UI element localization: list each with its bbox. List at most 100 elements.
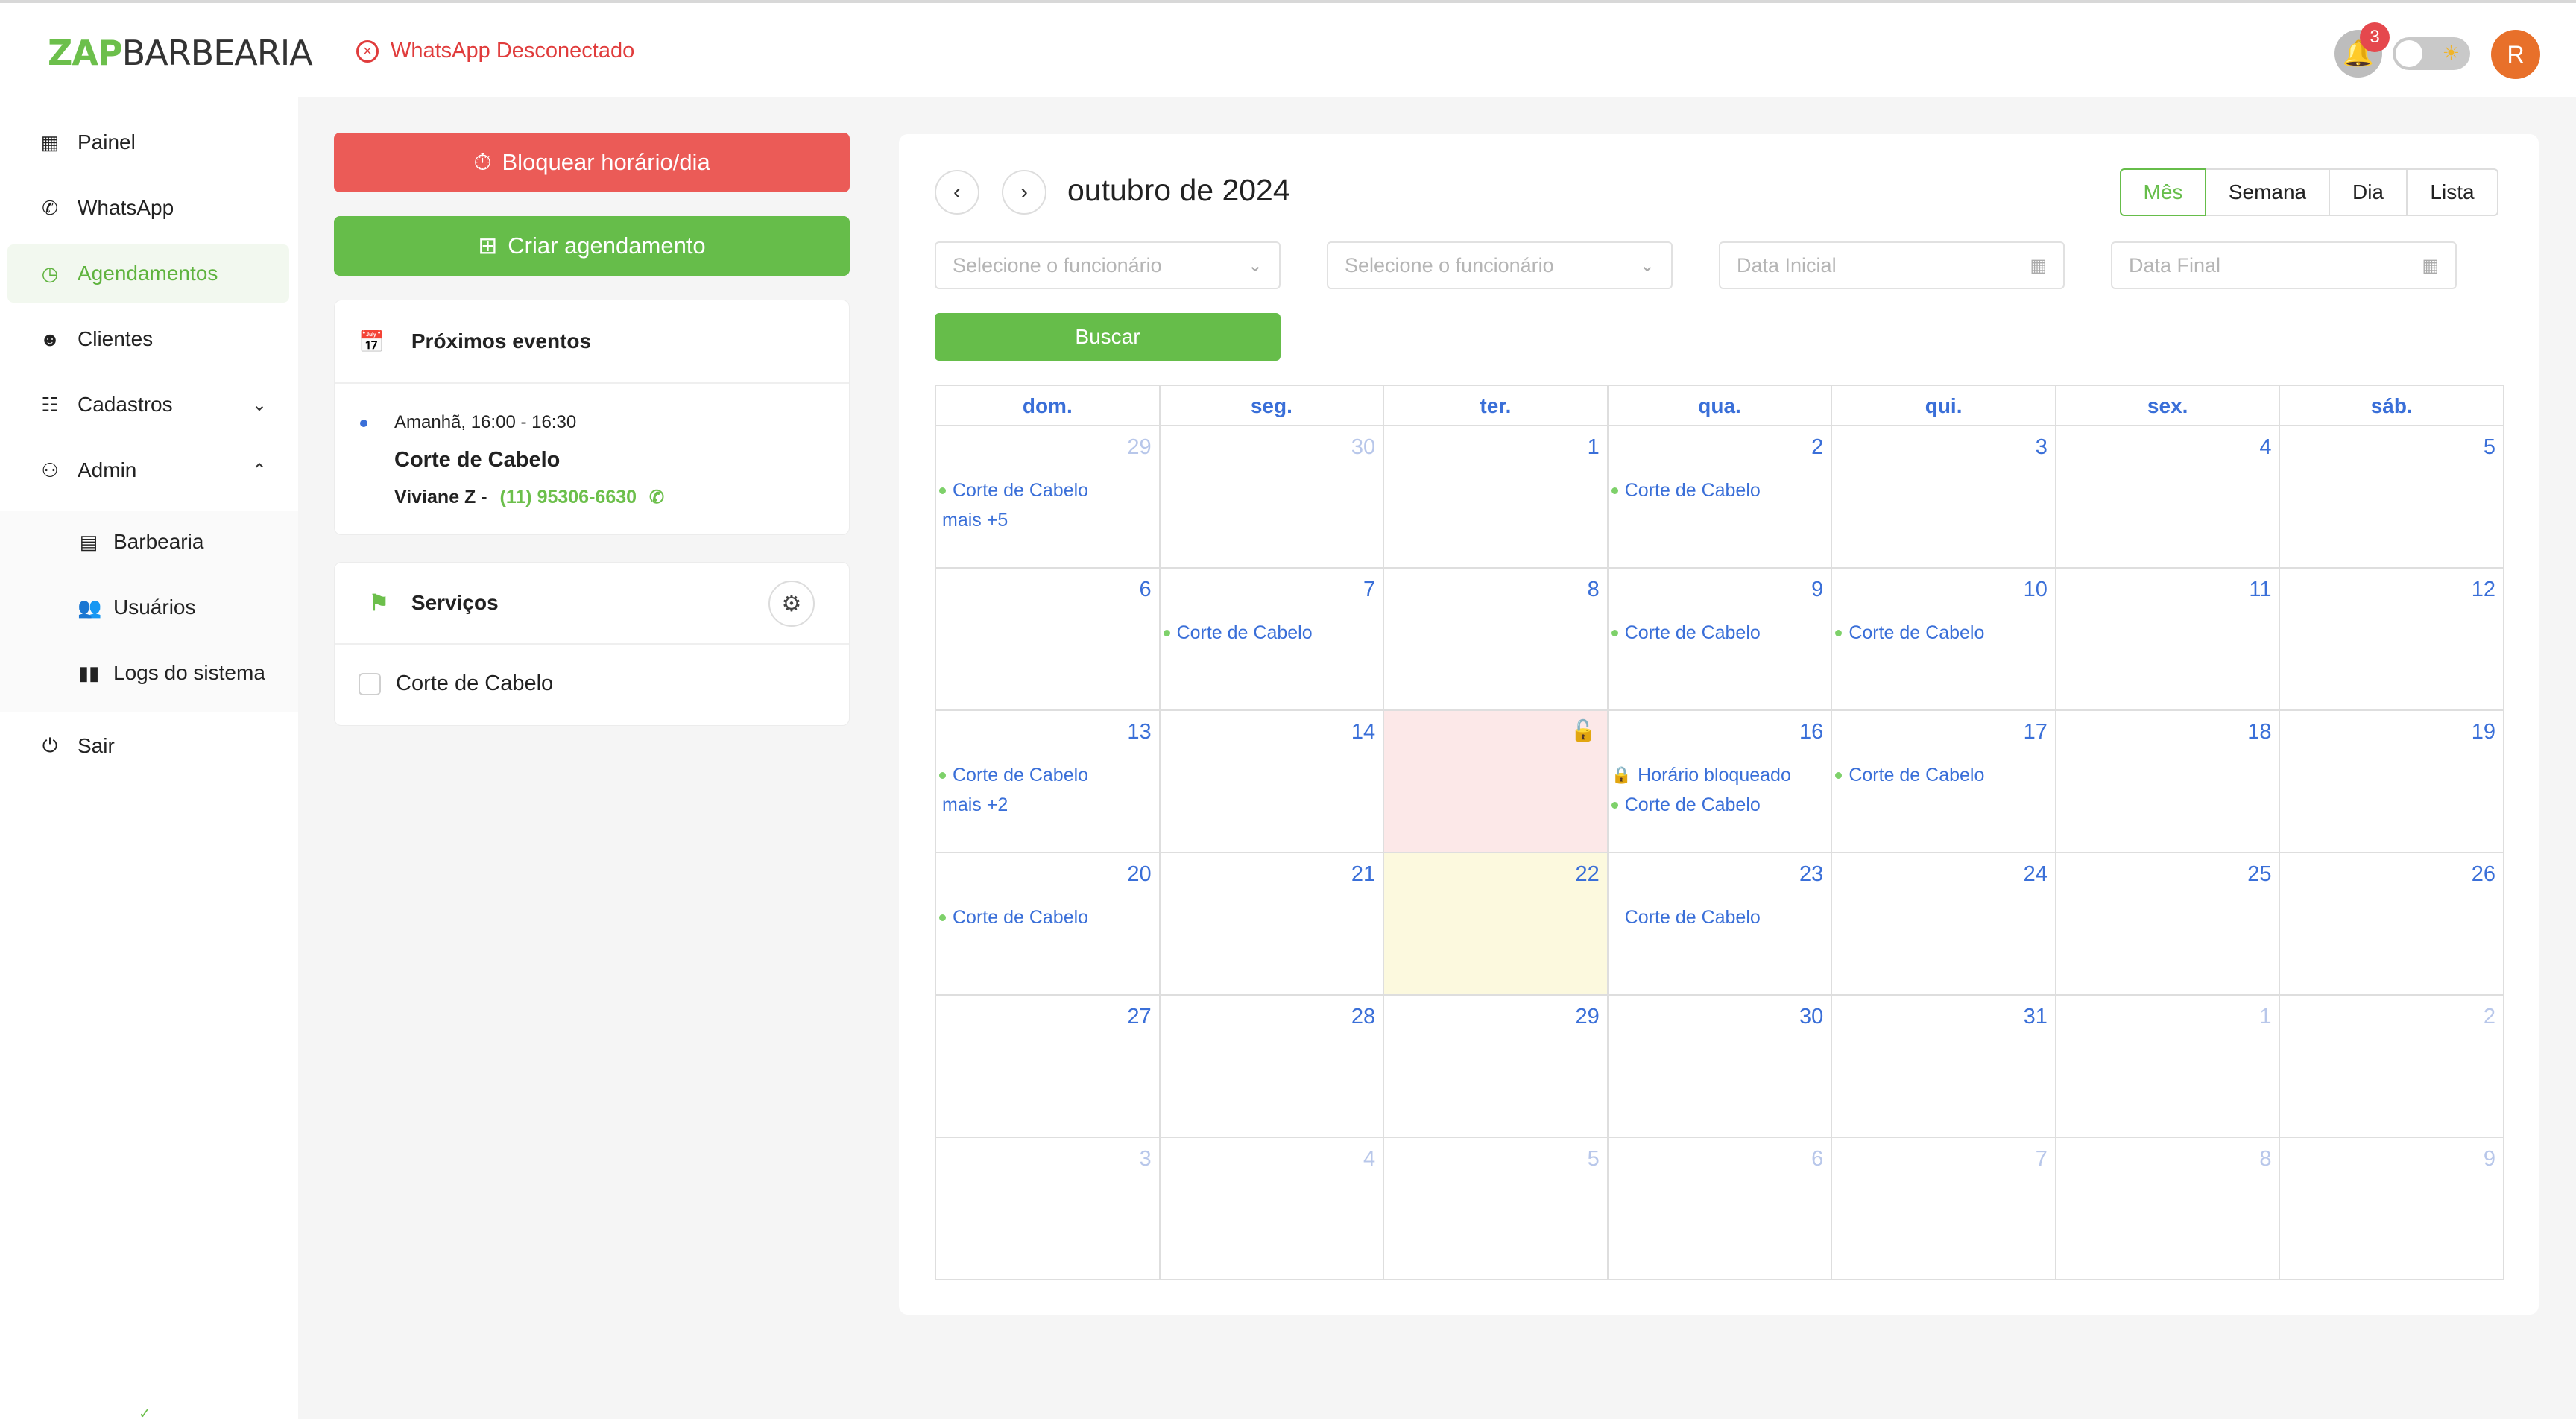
day-cell[interactable]: 1 — [2056, 996, 2281, 1137]
day-number[interactable]: 20 — [1127, 862, 1151, 887]
appointment-event[interactable]: Corte de Cabelo — [939, 760, 1156, 790]
whatsapp-status[interactable]: × WhatsApp Desconectado — [356, 39, 634, 63]
day-number[interactable]: 5 — [1588, 1147, 1600, 1172]
day-number[interactable]: 30 — [1351, 435, 1375, 460]
view-month-button[interactable]: Mês — [2120, 168, 2206, 216]
event-phone[interactable]: (11) 95306-6630 — [500, 487, 637, 508]
sidebar-item-whatsapp[interactable]: ✆ WhatsApp — [7, 179, 289, 237]
day-number[interactable]: 22 — [1575, 862, 1599, 887]
day-cell[interactable]: 29 — [1384, 996, 1609, 1137]
day-number[interactable]: 26 — [2472, 862, 2496, 887]
day-cell[interactable]: 5 — [2280, 426, 2503, 567]
day-cell[interactable]: 6 — [1609, 1138, 1833, 1280]
day-number[interactable]: 28 — [1351, 1005, 1375, 1029]
employee-select-1[interactable]: Selecione o funcionário ⌄ — [935, 241, 1281, 289]
day-number[interactable]: 8 — [2259, 1147, 2271, 1172]
day-number[interactable]: 24 — [2024, 862, 2048, 887]
day-cell[interactable]: 10 Corte de Cabelo — [1832, 569, 2056, 710]
appointment-event[interactable]: Corte de Cabelo — [939, 903, 1156, 932]
appointment-event[interactable]: Corte de Cabelo — [939, 475, 1156, 505]
avatar[interactable]: R — [2491, 30, 2540, 79]
search-button[interactable]: Buscar — [935, 313, 1281, 361]
day-number[interactable]: 6 — [1139, 578, 1151, 602]
logo[interactable]: ZAPBARBEARIA — [48, 33, 313, 73]
day-cell[interactable]: 6 — [936, 569, 1161, 710]
day-number[interactable]: 3 — [2036, 435, 2048, 460]
sidebar-item-agendamentos[interactable]: ◷ Agendamentos — [7, 244, 289, 303]
day-number[interactable]: 1 — [2259, 1005, 2271, 1029]
day-cell[interactable]: 5 — [1384, 1138, 1609, 1280]
day-cell[interactable]: 30 — [1609, 996, 1833, 1137]
appointment-event[interactable]: Corte de Cabelo — [1611, 475, 1828, 505]
blocked-time-event[interactable]: 🔒 Horário bloqueado — [1611, 760, 1828, 790]
day-cell[interactable]: 27 — [936, 996, 1161, 1137]
day-cell[interactable]: 28 — [1161, 996, 1385, 1137]
more-events-link[interactable]: mais +2 — [939, 790, 1156, 820]
sidebar-item-admin[interactable]: ⚇ Admin ⌃ — [7, 441, 289, 499]
service-item[interactable]: Corte de Cabelo — [359, 671, 553, 696]
day-cell[interactable]: 11 — [2056, 569, 2281, 710]
day-cell[interactable]: 13 Corte de Cabelo mais +2 — [936, 711, 1161, 852]
day-cell[interactable]: 16 🔒 Horário bloqueado Corte de Cabelo — [1609, 711, 1833, 852]
day-number[interactable]: 13 — [1127, 720, 1151, 745]
day-number[interactable]: 4 — [1363, 1147, 1375, 1172]
day-number[interactable]: 9 — [2484, 1147, 2496, 1172]
day-number[interactable]: 14 — [1351, 720, 1375, 745]
appointment-event[interactable]: Corte de Cabelo — [1835, 618, 2052, 648]
day-number[interactable]: 18 — [2247, 720, 2271, 745]
day-number[interactable]: 9 — [1811, 578, 1823, 602]
day-cell[interactable]: 3 — [1832, 426, 2056, 567]
day-cell[interactable]: 3 — [936, 1138, 1161, 1280]
day-number[interactable]: 2 — [2484, 1005, 2496, 1029]
day-cell[interactable]: 9 Corte de Cabelo — [1609, 569, 1833, 710]
block-time-button[interactable]: ⏱ Bloquear horário/dia — [334, 133, 850, 192]
day-cell[interactable]: 20 Corte de Cabelo — [936, 853, 1161, 994]
sidebar-item-usuarios[interactable]: 👥 Usuários — [7, 578, 289, 636]
prev-month-button[interactable]: ‹ — [935, 170, 979, 215]
day-cell[interactable]: 29 Corte de Cabelo mais +5 — [936, 426, 1161, 567]
appointment-event[interactable]: Corte de Cabelo — [1835, 760, 2052, 790]
day-number[interactable]: 2 — [1811, 435, 1823, 460]
day-cell[interactable]: 24 — [1832, 853, 2056, 994]
sidebar-item-painel[interactable]: ▦ Painel — [7, 113, 289, 171]
day-cell[interactable]: 2 Corte de Cabelo — [1609, 426, 1833, 567]
day-cell[interactable]: 1 — [1384, 426, 1609, 567]
day-number[interactable]: 3 — [1139, 1147, 1151, 1172]
day-number[interactable]: 7 — [2036, 1147, 2048, 1172]
day-cell[interactable]: 21 — [1161, 853, 1385, 994]
appointment-event[interactable]: Corte de Cabelo — [1611, 618, 1828, 648]
day-number[interactable]: 11 — [2249, 578, 2271, 602]
day-cell[interactable]: 7 — [1832, 1138, 2056, 1280]
day-cell[interactable]: 19 — [2280, 711, 2503, 852]
day-cell[interactable]: 4 — [2056, 426, 2281, 567]
day-cell[interactable]: 14 — [1161, 711, 1385, 852]
day-number[interactable]: 23 — [1799, 862, 1823, 887]
appointment-event[interactable]: Corte de Cabelo — [1163, 618, 1380, 648]
appointment-event[interactable]: Corte de Cabelo — [1611, 790, 1828, 820]
day-cell[interactable]: 25 — [2056, 853, 2281, 994]
day-number[interactable]: 27 — [1127, 1005, 1151, 1029]
day-number[interactable]: 19 — [2472, 720, 2496, 745]
day-number[interactable]: 4 — [2259, 435, 2271, 460]
day-cell[interactable]: 2 — [2280, 996, 2503, 1137]
day-number[interactable]: 16 — [1799, 720, 1823, 745]
day-number[interactable]: 29 — [1127, 435, 1151, 460]
service-checkbox[interactable] — [359, 672, 381, 695]
view-week-button[interactable]: Semana — [2205, 168, 2330, 216]
employee-select-2[interactable]: Selecione o funcionário ⌄ — [1327, 241, 1673, 289]
view-list-button[interactable]: Lista — [2406, 168, 2498, 216]
day-number[interactable]: 1 — [1588, 435, 1600, 460]
day-cell[interactable]: 18 — [2056, 711, 2281, 852]
gear-icon[interactable]: ⚙ — [768, 581, 815, 627]
day-cell[interactable]: 17 Corte de Cabelo — [1832, 711, 2056, 852]
day-number[interactable]: 10 — [2024, 578, 2048, 602]
day-cell[interactable]: 7 Corte de Cabelo — [1161, 569, 1385, 710]
theme-toggle[interactable]: ☀ — [2393, 37, 2470, 70]
day-number[interactable]: 21 — [1351, 862, 1375, 887]
day-number[interactable]: 7 — [1363, 578, 1375, 602]
day-cell[interactable]: 4 — [1161, 1138, 1385, 1280]
day-number[interactable]: 25 — [2247, 862, 2271, 887]
day-cell[interactable]: 12 — [2280, 569, 2503, 710]
view-day-button[interactable]: Dia — [2329, 168, 2408, 216]
day-cell[interactable]: 8 — [1384, 569, 1609, 710]
